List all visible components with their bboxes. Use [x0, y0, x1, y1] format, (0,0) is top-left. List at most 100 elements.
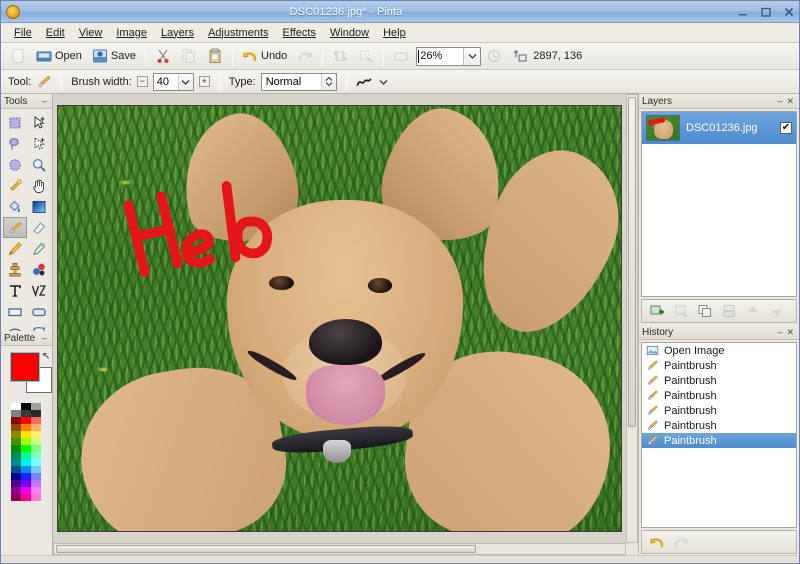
paste-button[interactable] — [202, 45, 228, 68]
palette-swatch[interactable] — [31, 445, 41, 452]
menu-effects[interactable]: Effects — [276, 25, 323, 41]
palette-swatch[interactable] — [11, 410, 21, 417]
menu-edit[interactable]: Edit — [39, 25, 72, 41]
blend-type-combobox[interactable]: Normal — [260, 72, 337, 91]
palette-swatch[interactable] — [11, 494, 21, 501]
menu-help[interactable]: Help — [376, 25, 413, 41]
palette-color-grid[interactable] — [11, 403, 52, 501]
layer-visibility-checkbox[interactable]: ✔ — [780, 122, 792, 134]
menu-adjustments[interactable]: Adjustments — [201, 25, 276, 41]
rectangle-tool[interactable] — [3, 301, 27, 322]
palette-swatch[interactable] — [11, 417, 21, 424]
lasso-select-tool[interactable] — [3, 133, 27, 154]
history-row[interactable]: Open Image — [642, 343, 796, 358]
palette-swatch[interactable] — [21, 410, 31, 417]
rectangle-select-tool[interactable] — [3, 112, 27, 133]
brush-stroke-icon[interactable] — [356, 74, 372, 90]
blend-type-stepper-icon[interactable] — [320, 73, 336, 90]
palette-swatch[interactable] — [31, 473, 41, 480]
palette-swatch[interactable] — [11, 459, 21, 466]
swap-colors-icon[interactable]: ↖ — [42, 351, 50, 362]
open-button[interactable]: Open — [31, 45, 87, 68]
palette-swatch[interactable] — [21, 459, 31, 466]
brush-width-spinner[interactable]: 40 — [152, 72, 194, 91]
add-layer-button[interactable] — [646, 301, 668, 321]
palette-swatch[interactable] — [21, 445, 31, 452]
maximize-button[interactable] — [755, 3, 777, 21]
rounded-rectangle-tool[interactable] — [27, 301, 51, 322]
palette-swatch[interactable] — [31, 480, 41, 487]
palette-swatch[interactable] — [31, 403, 41, 410]
history-panel-close-button[interactable]: ✕ — [784, 327, 796, 337]
redo-button[interactable] — [292, 45, 318, 68]
palette-swatch[interactable] — [11, 473, 21, 480]
palette-swatch[interactable] — [31, 466, 41, 473]
history-redo-button[interactable] — [670, 532, 692, 552]
move-selection-tool[interactable] — [27, 133, 51, 154]
recolor-tool[interactable] — [27, 259, 51, 280]
history-row[interactable]: Paintbrush — [642, 418, 796, 433]
palette-swatch[interactable] — [11, 480, 21, 487]
brush-width-chevron-down-icon[interactable] — [177, 73, 193, 90]
canvas-area[interactable] — [53, 94, 639, 555]
history-list[interactable]: Open Image Paintbrush Paintbrush Paintbr… — [641, 342, 797, 528]
palette-swatch[interactable] — [21, 452, 31, 459]
duplicate-layer-button[interactable] — [694, 301, 716, 321]
palette-swatch[interactable] — [11, 452, 21, 459]
zoom-combobox[interactable]: 26% — [416, 46, 482, 66]
image-canvas[interactable] — [57, 105, 622, 532]
crop-to-selection-button[interactable] — [327, 45, 353, 68]
text-tool[interactable] — [3, 280, 27, 301]
palette-swatch[interactable] — [31, 417, 41, 424]
close-button[interactable] — [778, 3, 799, 21]
layers-panel-minimize-button[interactable]: – — [775, 96, 784, 106]
palette-swatch[interactable] — [11, 403, 21, 410]
history-row[interactable]: Paintbrush — [642, 358, 796, 373]
pan-tool[interactable] — [27, 175, 51, 196]
save-button[interactable]: Save — [87, 45, 141, 68]
magic-wand-tool[interactable] — [3, 175, 27, 196]
color-picker-tool[interactable] — [27, 238, 51, 259]
eraser-tool[interactable] — [27, 217, 51, 238]
pencil-tool[interactable] — [3, 238, 27, 259]
zoom-to-window-button[interactable] — [388, 45, 414, 68]
menu-image[interactable]: Image — [109, 25, 154, 41]
zoom-value[interactable]: 26% — [417, 48, 463, 65]
brush-width-decrease-button[interactable]: − — [136, 76, 148, 87]
horizontal-scrollbar[interactable] — [53, 543, 626, 555]
undo-button[interactable]: Undo — [237, 45, 292, 68]
layer-row[interactable]: DSC01236.jpg ✔ — [642, 112, 796, 144]
palette-swatch[interactable] — [21, 487, 31, 494]
menu-file[interactable]: File — [7, 25, 39, 41]
copy-button[interactable] — [176, 45, 202, 68]
palette-swatch[interactable] — [11, 438, 21, 445]
palette-swatch[interactable] — [11, 424, 21, 431]
gradient-tool[interactable] — [27, 196, 51, 217]
minimize-button[interactable] — [732, 3, 754, 21]
zoom-reset-button[interactable] — [481, 45, 507, 68]
clone-stamp-tool[interactable] — [3, 259, 27, 280]
palette-swatch[interactable] — [21, 424, 31, 431]
palette-swatch[interactable] — [31, 410, 41, 417]
palette-swatch[interactable] — [31, 494, 41, 501]
deselect-button[interactable] — [353, 45, 379, 68]
menu-window[interactable]: Window — [323, 25, 376, 41]
delete-layer-button[interactable] — [670, 301, 692, 321]
palette-swatch[interactable] — [21, 466, 31, 473]
palette-swatch[interactable] — [21, 417, 31, 424]
brush-width-value[interactable]: 40 — [154, 74, 178, 90]
cut-button[interactable] — [150, 45, 176, 68]
history-row[interactable]: Paintbrush — [642, 373, 796, 388]
line-curve-tool[interactable] — [27, 280, 51, 301]
palette-swatch[interactable] — [31, 452, 41, 459]
paint-bucket-tool[interactable] — [3, 196, 27, 217]
palette-swatch[interactable] — [21, 480, 31, 487]
menu-layers[interactable]: Layers — [154, 25, 201, 41]
palette-swatch[interactable] — [21, 431, 31, 438]
zoom-tool[interactable] — [27, 154, 51, 175]
history-panel-minimize-button[interactable]: – — [775, 327, 784, 337]
menu-view[interactable]: View — [72, 25, 110, 41]
palette-swatch[interactable] — [31, 431, 41, 438]
palette-swatch[interactable] — [31, 487, 41, 494]
brush-width-increase-button[interactable]: + — [198, 76, 210, 87]
